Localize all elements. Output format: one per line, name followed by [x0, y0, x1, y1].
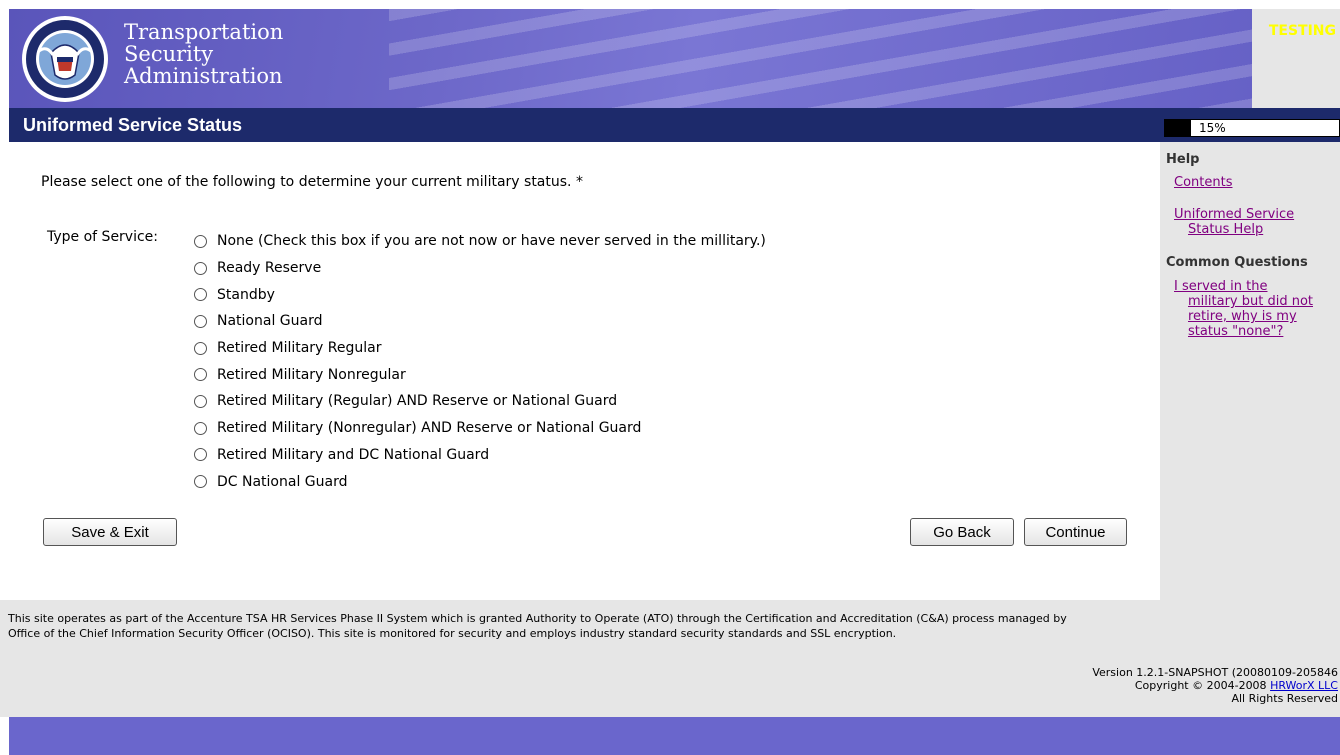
continue-button[interactable]: Continue	[1024, 518, 1127, 546]
option-none[interactable]: None (Check this box if you are not now …	[194, 228, 766, 255]
go-back-button[interactable]: Go Back	[910, 518, 1014, 546]
radio-standby[interactable]	[194, 288, 207, 302]
link-line: retire, why is my	[1188, 309, 1297, 324]
type-of-service-label: Type of Service:	[47, 229, 159, 245]
header-banner: Transportation Security Administration	[9, 9, 1252, 108]
version-string: Version 1.2.1-SNAPSHOT (20080109-205846	[1092, 666, 1338, 679]
option-retired-nonregular[interactable]: Retired Military Nonregular	[194, 361, 766, 388]
option-standby[interactable]: Standby	[194, 281, 766, 308]
radio-retired-nonregular-reserve-guard[interactable]	[194, 421, 207, 435]
option-ready-reserve[interactable]: Ready Reserve	[194, 255, 766, 282]
radio-ready-reserve[interactable]	[194, 261, 207, 275]
environment-label: TESTING	[1268, 23, 1336, 39]
option-label: DC National Guard	[217, 473, 348, 490]
option-label: Retired Military Nonregular	[217, 366, 406, 383]
org-name-line-3: Administration	[124, 64, 283, 88]
copyright-text: Copyright © 2004-2008	[1134, 679, 1267, 692]
radio-dc-national-guard[interactable]	[194, 475, 207, 489]
version-info: Version 1.2.1-SNAPSHOT (20080109-205846 …	[1092, 666, 1338, 705]
radio-none[interactable]	[194, 234, 207, 248]
link-line: I served in the	[1174, 279, 1268, 294]
help-heading: Help	[1166, 152, 1200, 167]
security-notice-line: This site operates as part of the Accent…	[8, 612, 1067, 625]
option-national-guard[interactable]: National Guard	[194, 308, 766, 335]
radio-retired-dc-guard[interactable]	[194, 448, 207, 462]
option-label: Retired Military (Nonregular) AND Reserv…	[217, 420, 642, 437]
progress-bar-fill	[1165, 120, 1192, 136]
option-label: Retired Military Regular	[217, 340, 382, 357]
org-name-line-1: Transportation	[124, 20, 284, 44]
option-retired-nonregular-reserve-guard[interactable]: Retired Military (Nonregular) AND Reserv…	[194, 415, 766, 442]
option-label: Ready Reserve	[217, 260, 322, 277]
help-sidebar: Help Contents Uniformed Service Status H…	[1160, 142, 1340, 600]
progress-bar: 15%	[1164, 119, 1340, 137]
question-status-none-link[interactable]: I served in the military but did not ret…	[1174, 279, 1313, 339]
company-link[interactable]: HRWorX LLC	[1270, 679, 1338, 692]
link-line: military but did not	[1188, 294, 1313, 309]
copyright-line: Copyright © 2004-2008 HRWorX LLC	[1092, 679, 1338, 692]
security-notice: This site operates as part of the Accent…	[8, 611, 1333, 641]
link-line: Uniformed Service	[1174, 207, 1295, 222]
option-label: National Guard	[217, 313, 323, 330]
header-corner-panel: TESTING	[1252, 9, 1340, 108]
page-footer: This site operates as part of the Accent…	[0, 600, 1340, 717]
progress-label: 15%	[1199, 121, 1226, 135]
option-label: None (Check this box if you are not now …	[217, 233, 766, 250]
common-questions-heading: Common Questions	[1166, 255, 1308, 270]
option-label: Retired Military (Regular) AND Reserve o…	[217, 393, 618, 410]
form-instruction: Please select one of the following to de…	[41, 174, 583, 190]
option-label: Standby	[217, 286, 275, 303]
flag-stripes-decoration	[389, 9, 1252, 108]
uniformed-service-help-link[interactable]: Uniformed Service Status Help	[1174, 207, 1294, 237]
radio-retired-regular-reserve-guard[interactable]	[194, 394, 207, 408]
save-exit-button[interactable]: Save & Exit	[43, 518, 177, 546]
main-content: Please select one of the following to de…	[9, 142, 1160, 600]
org-name-line-2: Security	[124, 42, 214, 66]
help-contents-link[interactable]: Contents	[1174, 175, 1232, 190]
radio-retired-regular[interactable]	[194, 341, 207, 355]
option-retired-dc-guard[interactable]: Retired Military and DC National Guard	[194, 442, 766, 469]
organization-name: Transportation Security Administration	[124, 21, 283, 87]
link-line: status "none"?	[1188, 324, 1284, 339]
security-notice-line: Office of the Chief Information Security…	[8, 627, 897, 640]
option-dc-national-guard[interactable]: DC National Guard	[194, 468, 766, 495]
progress-area: 15%	[1160, 108, 1340, 142]
option-retired-regular[interactable]: Retired Military Regular	[194, 335, 766, 362]
page-title-bar: Uniformed Service Status	[9, 108, 1160, 142]
option-retired-regular-reserve-guard[interactable]: Retired Military (Regular) AND Reserve o…	[194, 388, 766, 415]
dhs-seal-logo	[22, 16, 108, 102]
radio-national-guard[interactable]	[194, 314, 207, 328]
service-type-radio-group: None (Check this box if you are not now …	[194, 228, 766, 495]
page-title: Uniformed Service Status	[23, 115, 243, 135]
bottom-banner	[9, 717, 1340, 755]
option-label: Retired Military and DC National Guard	[217, 446, 490, 463]
rights-text: All Rights Reserved	[1231, 692, 1338, 705]
link-line: Status Help	[1188, 222, 1264, 237]
radio-retired-nonregular[interactable]	[194, 368, 207, 382]
